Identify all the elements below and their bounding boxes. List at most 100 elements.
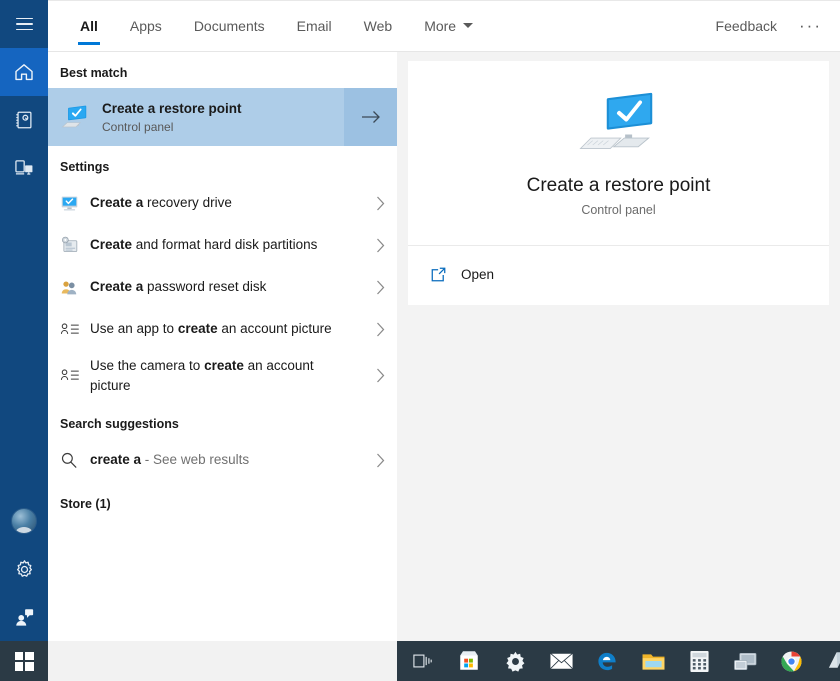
tab-apps[interactable]: Apps <box>114 0 178 51</box>
best-match-subtitle: Control panel <box>102 119 174 134</box>
mail-button[interactable] <box>541 641 581 681</box>
tab-documents[interactable]: Documents <box>178 0 281 51</box>
sidebar-item-settings[interactable] <box>0 545 48 593</box>
notebook-icon <box>16 111 32 129</box>
preview-actions: Open <box>408 246 829 305</box>
label-part-plain: password reset disk <box>147 279 267 295</box>
topbar-right-actions: Feedback ··· <box>716 0 840 51</box>
label-part-plain: - See web results <box>141 452 250 468</box>
best-match-main[interactable]: Create a restore point Control panel <box>48 88 344 146</box>
edge-button[interactable] <box>587 641 627 681</box>
preview-pane: Create a restore point Control panel Ope… <box>397 52 840 641</box>
settings-button[interactable] <box>495 641 535 681</box>
list-item[interactable]: Create a recovery drive <box>48 182 397 224</box>
sidebar-item-devices[interactable] <box>0 144 48 192</box>
chevron-right-icon[interactable] <box>363 196 397 211</box>
hamburger-menu-button[interactable] <box>0 0 48 48</box>
label-part-plain: recovery drive <box>147 195 232 211</box>
best-match-expand-button[interactable] <box>344 88 397 146</box>
left-navigation-rail <box>0 0 48 641</box>
label-part-bold: create <box>204 358 244 373</box>
chevron-right-icon[interactable] <box>363 453 397 468</box>
sidebar-item-notebook[interactable] <box>0 96 48 144</box>
label-part-bold: Create <box>90 237 136 253</box>
preview-card: Create a restore point Control panel <box>408 61 829 246</box>
chevron-right-icon[interactable] <box>363 322 397 337</box>
list-item-label: Create a password reset disk <box>90 277 363 297</box>
disk-partition-icon <box>62 236 78 252</box>
sidebar-item-home[interactable] <box>0 48 48 96</box>
gear-icon <box>16 559 32 577</box>
search-suggestions-header: Search suggestions <box>60 417 179 432</box>
chevron-right-icon[interactable] <box>363 368 397 383</box>
tab-more[interactable]: More <box>408 0 489 51</box>
list-item-label: Create a recovery drive <box>90 193 363 213</box>
label-part-plain: Use the camera to <box>90 358 205 373</box>
monitor-check-icon <box>61 105 87 128</box>
list-item[interactable]: Use an app to create an account picture <box>48 308 397 350</box>
mail-icon <box>548 652 574 669</box>
list-item[interactable]: create a - See web results <box>48 439 397 481</box>
calculator-icon <box>689 650 709 672</box>
label-part-bold: create <box>177 321 218 337</box>
sidebar-item-feedback[interactable] <box>0 593 48 641</box>
feedback-button[interactable]: Feedback <box>716 18 777 34</box>
row-icon <box>60 195 90 212</box>
list-item[interactable]: Create a password reset disk <box>48 266 397 308</box>
task-view-button[interactable] <box>403 641 443 681</box>
tab-documents-label: Documents <box>193 17 265 34</box>
feedback-person-icon <box>15 608 33 626</box>
settings-group-header: Settings <box>60 160 110 174</box>
best-match-header: Best match <box>60 66 128 80</box>
calculator-button[interactable] <box>679 641 719 681</box>
label-part-bold: Create a <box>90 195 148 211</box>
store-group-header: Store (1) <box>60 497 111 512</box>
row-icon <box>60 322 90 337</box>
windows-logo-icon <box>14 651 34 671</box>
preview-title: Create a restore point <box>526 175 711 196</box>
list-item-label: create a - See web results <box>90 450 363 470</box>
start-button[interactable] <box>0 641 48 681</box>
hamburger-icon <box>15 17 33 31</box>
list-item[interactable]: Create and format hard disk partitions <box>48 224 397 266</box>
sidebar-item-account[interactable] <box>0 497 48 545</box>
label-part-plain: and format hard disk partitions <box>135 237 318 253</box>
row-icon <box>60 368 90 383</box>
monitor-check-icon <box>578 92 652 149</box>
overflow-menu-button[interactable]: ··· <box>799 17 822 34</box>
taskbar-icons <box>397 641 840 681</box>
tab-email[interactable]: Email <box>281 0 348 51</box>
best-match-text: Create a restore point Control panel <box>102 100 242 134</box>
account-list-icon <box>60 369 79 380</box>
arrow-right-icon <box>361 111 380 123</box>
search-results-list: Best match Create a restore point Contro… <box>48 52 397 641</box>
avatar-icon <box>11 508 37 534</box>
tab-more-label: More <box>424 17 457 34</box>
tab-all[interactable]: All <box>64 0 114 51</box>
tab-web[interactable]: Web <box>348 0 409 51</box>
list-item-label: Create and format hard disk partitions <box>90 235 363 255</box>
panel-top-divider <box>48 0 840 1</box>
label-part-plain: Use an app to <box>90 321 178 337</box>
open-action[interactable]: Open <box>408 260 829 289</box>
file-explorer-icon <box>642 653 664 670</box>
list-item-label: Use an app to create an account picture <box>90 319 363 339</box>
best-match-result[interactable]: Create a restore point Control panel <box>48 88 397 146</box>
microsoft-store-button[interactable] <box>449 641 489 681</box>
preview-subtitle: Control panel <box>581 203 656 217</box>
best-match-title: Create a restore point <box>102 101 242 117</box>
taskbar <box>0 641 840 681</box>
chrome-button[interactable] <box>771 641 811 681</box>
tab-email-label: Email <box>296 17 332 34</box>
chevron-right-icon[interactable] <box>363 280 397 295</box>
settings-gear-icon <box>505 651 524 672</box>
microsoft-store-icon <box>460 651 478 670</box>
partial-app-button[interactable] <box>817 641 840 681</box>
tab-apps-label: Apps <box>129 17 162 34</box>
list-item[interactable]: Use the camera to create an account pict… <box>48 350 397 401</box>
remote-desktop-button[interactable] <box>725 641 765 681</box>
tab-all-label: All <box>80 17 98 34</box>
label-part-plain: an account picture <box>217 321 332 337</box>
chevron-right-icon[interactable] <box>363 238 397 253</box>
file-explorer-button[interactable] <box>633 641 673 681</box>
